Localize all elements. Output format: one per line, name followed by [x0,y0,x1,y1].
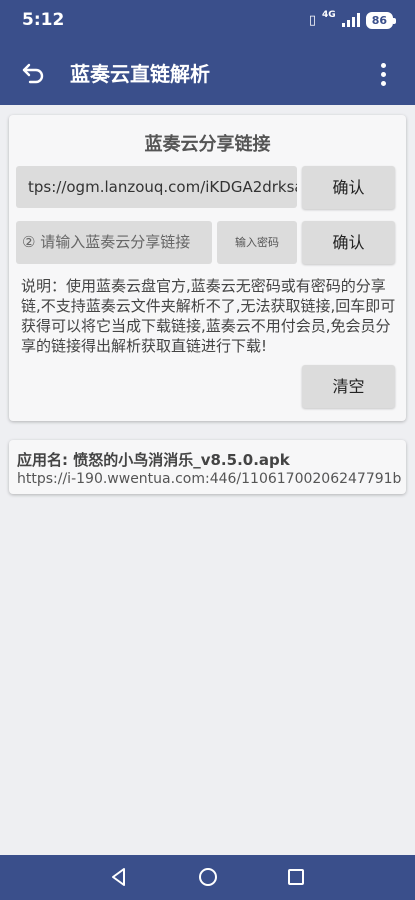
status-icons: ▯ 4G 86 [308,9,397,31]
status-time: 5:12 [22,10,65,30]
share-url-input[interactable]: tps://ogm.lanzouq.com/iKDGA2drksab [16,166,297,208]
network-type: 4G [322,10,336,20]
battery-icon: 86 [365,11,397,29]
back-arrow-icon[interactable] [20,60,48,88]
triangle-back-icon[interactable] [108,866,130,888]
top-bar: 5:12 ▯ 4G 86 蓝奏云直链解析 [0,0,415,105]
more-vertical-icon[interactable] [371,60,395,88]
card-title: 蓝奏云分享链接 [144,134,271,155]
clear-button[interactable]: 清空 [302,365,395,408]
result-app-name: 应用名: 愤怒的小鸟消消乐_v8.5.0.apk [17,451,290,469]
confirm-link-button[interactable]: 确认 [302,221,395,264]
share-link-input[interactable]: ② 请输入蓝奏云分享链接 [16,221,212,264]
navigation-bar [0,855,415,900]
vibrate-icon: ▯ [308,12,317,28]
circle-home-icon[interactable] [197,866,219,888]
link-card: 蓝奏云分享链接 tps://ogm.lanzouq.com/iKDGA2drks… [9,115,406,421]
description-text: 说明：使用蓝奏云盘官方,蓝奏云无密码或有密码的分享链,不支持蓝奏云文件夹解析不了… [21,277,396,355]
confirm-url-button[interactable]: 确认 [302,166,395,209]
signal-icon [341,13,360,27]
password-input[interactable]: 输入密码 [217,221,297,264]
square-recent-icon[interactable] [285,866,307,888]
result-item[interactable]: 应用名: 愤怒的小鸟消消乐_v8.5.0.apk https://i-190.w… [9,440,406,494]
result-url[interactable]: https://i-190.wwentua.com:446/1106170020… [17,471,402,487]
app-title: 蓝奏云直链解析 [70,62,210,86]
